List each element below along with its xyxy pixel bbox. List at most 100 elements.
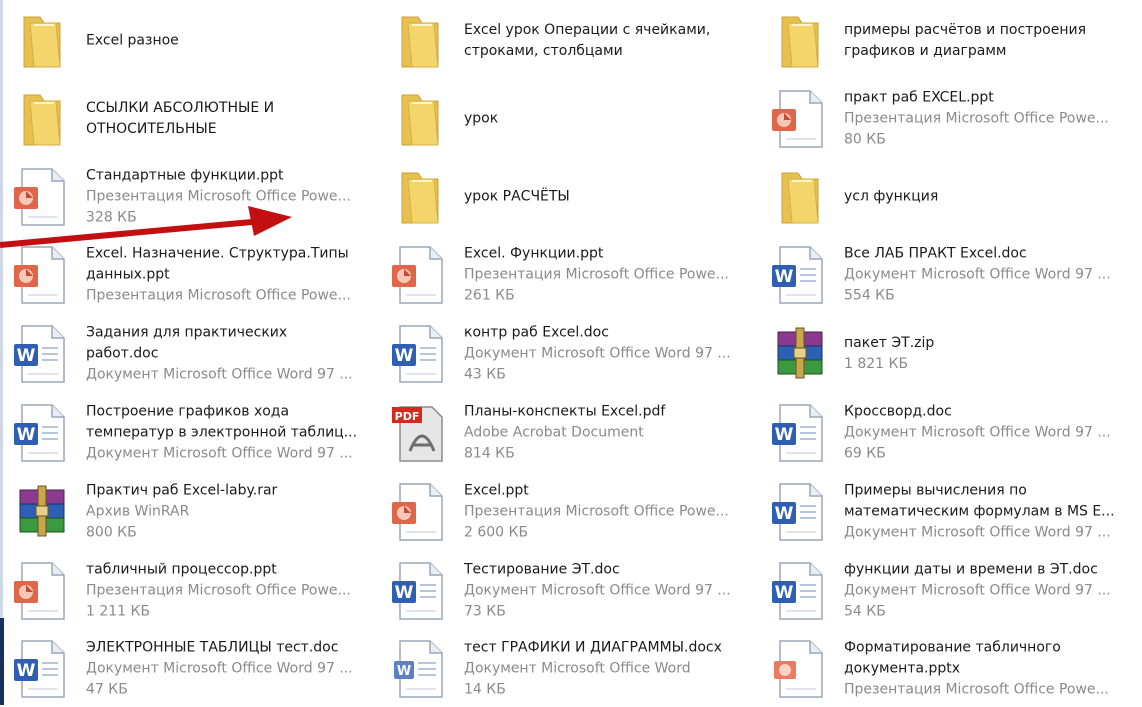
file-item[interactable]: Excel.ppt Презентация Microsoft Office Po… [382, 474, 754, 550]
file-name: Все ЛАБ ПРАКТ Excel.doc [844, 245, 1027, 262]
file-name: усл функция [844, 188, 939, 205]
file-item[interactable]: табличный процессор.ppt Презентация Micro… [4, 553, 376, 629]
file-item[interactable]: Wтест ГРАФИКИ И ДИАГРАММЫ.docx Документ M… [382, 631, 754, 707]
file-meta: 814 КБ [464, 445, 515, 462]
word-icon: W [10, 322, 74, 386]
file-name: Excel разное [86, 32, 179, 49]
file-item-text: тест ГРАФИКИ И ДИАГРАММЫ.docx Документ Mi… [464, 638, 750, 701]
file-item[interactable]: урок РАСЧЁТЫ [382, 159, 754, 235]
file-item[interactable]: Практич раб Excel-laby.rar Архив WinRAR 80… [4, 474, 376, 550]
file-item[interactable]: практ раб EXCEL.ppt Презентация Microsoft… [762, 81, 1134, 157]
file-meta: Документ Microsoft Office Word 97 ... [844, 424, 1111, 441]
ppt-icon [10, 559, 74, 623]
file-meta: Adobe Acrobat Document [464, 424, 644, 441]
file-meta: Документ Microsoft Office Word 97 ... [86, 366, 353, 383]
file-item-text: Excel разное [86, 31, 372, 52]
file-name: Практич раб Excel-laby.rar [86, 482, 278, 499]
file-name: контр раб Excel.doc [464, 324, 609, 341]
file-item[interactable]: Excel разное [4, 3, 376, 79]
file-item[interactable]: урок [382, 81, 754, 157]
file-name: документа.pptx [844, 660, 961, 677]
word-icon: W [10, 637, 74, 701]
folder-icon [388, 87, 452, 151]
file-item[interactable]: Форматирование табличного документа.pptx П… [762, 631, 1134, 707]
folder-icon [388, 9, 452, 73]
file-item[interactable]: Excel. Назначение. Структура.Типы данных.… [4, 237, 376, 313]
file-meta: Презентация Microsoft Office Powe... [464, 266, 729, 283]
file-name: урок [464, 110, 499, 127]
file-item-text: Тестирование ЭТ.doc Документ Microsoft Of… [464, 560, 750, 623]
file-item-text: табличный процессор.ppt Презентация Micro… [86, 560, 372, 623]
word-icon: W [388, 559, 452, 623]
file-item[interactable]: W Построение графиков хода температур в эл… [4, 395, 376, 471]
folder-icon [10, 9, 74, 73]
svg-text:W: W [17, 346, 36, 366]
pptx-icon [768, 637, 832, 701]
file-item[interactable]: Wконтр раб Excel.doc Документ Microsoft O… [382, 316, 754, 392]
ppt-icon [388, 243, 452, 307]
file-meta: Презентация Microsoft Office Powe... [86, 188, 351, 205]
file-name: функции даты и времени в ЭТ.doc [844, 561, 1098, 578]
file-name: математическим формулам в MS E... [844, 503, 1115, 520]
file-meta: Архив WinRAR [86, 503, 190, 520]
ppt-icon [10, 243, 74, 307]
file-item-text: Кроссворд.doc Документ Microsoft Office W… [844, 402, 1130, 465]
svg-text:W: W [397, 664, 411, 679]
file-item-text: Задания для практических работ.doc Докумен… [86, 323, 372, 386]
file-name: Планы-конспекты Excel.pdf [464, 403, 666, 420]
file-item[interactable]: W Примеры вычисления по математическим фор… [762, 474, 1134, 550]
file-item-text: Excel урок Операции с ячейками, строками,… [464, 20, 750, 62]
file-item-text: Планы-конспекты Excel.pdf Adobe Acrobat D… [464, 402, 750, 465]
file-name: примеры расчётов и построения [844, 22, 1087, 38]
file-item-text: Примеры вычисления по математическим форм… [844, 481, 1130, 544]
file-item-text: функции даты и времени в ЭТ.doc Документ … [844, 560, 1130, 623]
file-name: Кроссворд.doc [844, 403, 952, 420]
folder-icon [768, 9, 832, 73]
file-item[interactable]: W Все ЛАБ ПРАКТ Excel.doc Документ Microso… [762, 237, 1134, 313]
file-name: Excel.ppt [464, 482, 529, 499]
ppt-icon [768, 87, 832, 151]
file-meta: Документ Microsoft Office Word 97 ... [464, 345, 731, 362]
file-name: данных.ppt [86, 266, 170, 283]
file-item[interactable]: усл функция [762, 159, 1134, 235]
svg-text:W: W [17, 425, 36, 445]
file-item[interactable]: Excel. Функции.ppt Презентация Microsoft … [382, 237, 754, 313]
file-name: Стандартные функции.ppt [86, 167, 284, 184]
file-meta: Презентация Microsoft Office Powe... [464, 503, 729, 520]
file-name: Построение графиков хода [86, 403, 290, 420]
svg-text:W: W [395, 583, 414, 603]
file-item[interactable]: Стандартные функции.ppt Презентация Micro… [4, 159, 376, 235]
file-item[interactable]: W Кроссворд.doc Документ Microsoft Office … [762, 395, 1134, 471]
file-item-text: урок РАСЧЁТЫ [464, 187, 750, 208]
file-meta: 1 211 КБ [86, 603, 151, 620]
file-item[interactable]: ССЫЛКИ АБСОЛЮТНЫЕ И ОТНОСИТЕЛЬНЫЕ [4, 81, 376, 157]
file-item[interactable]: Excel урок Операции с ячейками, строками,… [382, 3, 754, 79]
winrar-icon [10, 480, 74, 544]
file-name: ОТНОСИТЕЛЬНЫЕ [86, 121, 217, 137]
file-meta: 47 КБ [86, 681, 128, 698]
folder-icon [768, 165, 832, 229]
file-item[interactable]: W ЭЛЕКТРОННЫЕ ТАБЛИЦЫ тест.doc Документ Mi… [4, 631, 376, 707]
file-item-text: ЭЛЕКТРОННЫЕ ТАБЛИЦЫ тест.doc Документ Mic… [86, 638, 372, 701]
file-item[interactable]: примеры расчётов и построения графиков и … [762, 3, 1134, 79]
svg-text:W: W [775, 425, 794, 445]
file-meta: Документ Microsoft Office Word [464, 660, 691, 677]
svg-text:W: W [395, 346, 414, 366]
folder-icon [10, 87, 74, 151]
file-item[interactable]: пакет ЭТ.zip 1 821 КБ [762, 316, 1134, 392]
file-item-text: усл функция [844, 187, 1130, 208]
folder-icon [388, 165, 452, 229]
file-name: Форматирование табличного [844, 639, 1061, 656]
svg-text:W: W [775, 583, 794, 603]
file-item[interactable]: W Тестирование ЭТ.doc Документ Microsoft O… [382, 553, 754, 629]
file-meta: Документ Microsoft Office Word 97 ... [844, 582, 1111, 599]
file-meta: 2 600 КБ [464, 524, 529, 541]
file-item[interactable]: PDF Планы-конспекты Excel.pdf Adobe Acroba… [382, 395, 754, 471]
file-meta: Документ Microsoft Office Word 97 ... [86, 660, 353, 677]
file-meta: 54 КБ [844, 603, 886, 620]
file-name: Excel. Назначение. Структура.Типы [86, 245, 349, 262]
file-item[interactable]: W Задания для практических работ.doc Докуме… [4, 316, 376, 392]
file-item-text: Стандартные функции.ppt Презентация Micro… [86, 166, 372, 229]
file-item[interactable]: Wфункции даты и времени в ЭТ.doc Документ… [762, 553, 1134, 629]
file-grid: Excel разное Excel урок Операции с ячейка… [0, 0, 1142, 705]
